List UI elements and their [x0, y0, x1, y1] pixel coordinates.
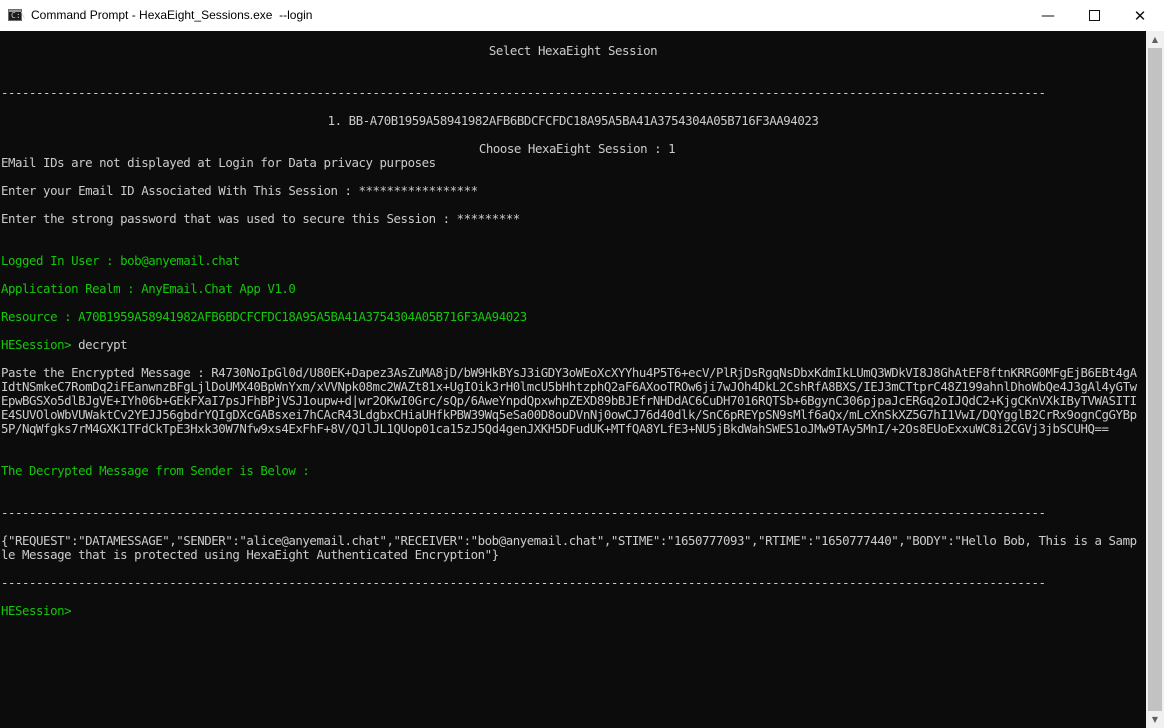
final-prompt[interactable]: HESession>	[1, 604, 72, 618]
console-area[interactable]: Select HexaEight Session ---------------…	[0, 31, 1146, 728]
command-line: HESession> decrypt	[1, 337, 128, 352]
typed-command: decrypt	[71, 337, 128, 352]
encrypted-message: Paste the Encrypted Message : R4730NoIpG…	[1, 365, 1137, 436]
console-header: Select HexaEight Session	[488, 43, 658, 58]
resource-id: Resource : A70B1959A58941982AFB6BDCFCFDC…	[1, 309, 527, 324]
close-button[interactable]: ✕	[1117, 0, 1163, 31]
maximize-icon	[1088, 10, 1100, 21]
decrypted-message: {"REQUEST":"DATAMESSAGE","SENDER":"alice…	[1, 533, 1137, 562]
cmd-icon[interactable]: C:\	[8, 9, 25, 21]
session-prompt: HESession> decrypt	[1, 337, 128, 352]
vertical-scrollbar[interactable]: ▲ ▼	[1146, 31, 1164, 728]
email-prompt: Enter your Email ID Associated With This…	[1, 183, 478, 198]
separator-line: ----------------------------------------…	[1, 505, 1046, 520]
scroll-down-icon[interactable]: ▼	[1146, 711, 1164, 728]
close-icon: ✕	[1133, 6, 1147, 25]
application-realm: Application Realm : AnyEmail.Chat App V1…	[1, 281, 296, 296]
title-bar: C:\ Command Prompt - HexaEight_Sessions.…	[0, 0, 1164, 32]
prompt-label: HESession>	[1, 337, 72, 352]
choose-session-prompt: Choose HexaEight Session : 1	[478, 141, 676, 156]
window-title: Command Prompt - HexaEight_Sessions.exe …	[31, 8, 313, 22]
logged-in-user: Logged In User : bob@anyemail.chat	[1, 253, 240, 268]
scroll-up-icon[interactable]: ▲	[1146, 31, 1164, 48]
separator-line: ----------------------------------------…	[1, 575, 1046, 590]
session-list-item: 1. BB-A70B1959A58941982AFB6BDCFCFDC18A95…	[327, 113, 819, 128]
minimize-icon: —	[1041, 7, 1055, 24]
minimize-button[interactable]: —	[1025, 0, 1071, 31]
password-prompt: Enter the strong password that was used …	[1, 211, 520, 226]
scrollbar-thumb[interactable]	[1148, 48, 1162, 711]
maximize-button[interactable]	[1071, 0, 1117, 31]
email-privacy-notice: EMail IDs are not displayed at Login for…	[1, 155, 436, 170]
decrypted-label: The Decrypted Message from Sender is Bel…	[1, 463, 310, 478]
separator-line: ----------------------------------------…	[1, 85, 1046, 100]
